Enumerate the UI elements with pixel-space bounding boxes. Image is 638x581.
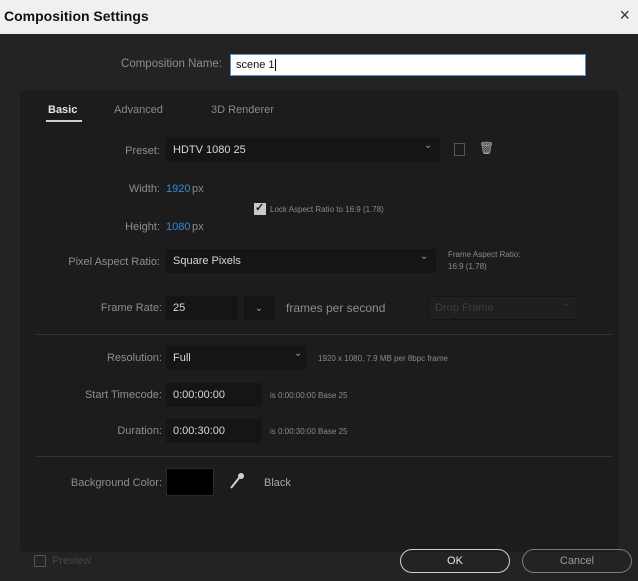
start-timecode-info: is 0:00:00:00 Base 25 — [270, 391, 348, 400]
start-timecode-input[interactable]: 0:00:00:00 — [166, 383, 262, 407]
divider — [36, 334, 612, 335]
frame-aspect-label: Frame Aspect Ratio: — [448, 250, 521, 259]
comp-name-value: scene 1 — [236, 59, 275, 71]
dialog-body: Composition Name: scene 1 Basic Advanced… — [0, 34, 638, 581]
tab-3d-renderer[interactable]: 3D Renderer — [211, 104, 274, 116]
pixel-aspect-value: Square Pixels — [173, 255, 241, 267]
comp-name-label: Composition Name: — [121, 58, 222, 70]
width-label: Width: — [128, 183, 160, 195]
duration-value: 0:00:30:00 — [173, 425, 225, 437]
height-label: Height: — [125, 221, 160, 233]
drop-frame-value: Drop Frame — [435, 302, 494, 314]
preview-checkbox[interactable] — [34, 555, 46, 567]
cancel-button[interactable]: Cancel — [522, 549, 632, 573]
preset-chevron-down-icon: ⌄ — [424, 140, 433, 151]
resolution-label: Resolution: — [106, 352, 162, 364]
preset-label: Preset: — [125, 145, 160, 157]
resolution-chevron-down-icon: ⌄ — [294, 348, 303, 359]
frame-rate-dropdown[interactable]: ⌄ — [244, 296, 274, 320]
title-bar: Composition Settings × — [0, 0, 638, 34]
frame-rate-input[interactable]: 25 — [166, 296, 238, 320]
drop-frame-chevron-down-icon: ⌄ — [562, 298, 571, 309]
comp-name-input[interactable]: scene 1 — [230, 54, 586, 76]
resolution-value: Full — [173, 352, 191, 364]
checkmark-icon: ✓ — [255, 202, 265, 214]
duration-label: Duration: — [117, 425, 162, 437]
start-timecode-label: Start Timecode: — [84, 389, 162, 401]
pixel-aspect-dropdown[interactable]: Square Pixels — [166, 249, 436, 273]
width-unit: px — [192, 183, 204, 195]
frame-rate-chevron-down-icon: ⌄ — [254, 303, 264, 314]
frame-aspect-value: 16:9 (1.78) — [448, 262, 487, 271]
resolution-dropdown[interactable]: Full — [166, 346, 306, 370]
preset-dropdown[interactable]: HDTV 1080 25 — [166, 138, 440, 162]
background-color-swatch[interactable] — [166, 468, 214, 496]
background-color-label: Background Color: — [70, 477, 162, 489]
divider — [36, 456, 612, 457]
duration-info: is 0:00:30:00 Base 25 — [270, 427, 348, 436]
eyedropper-icon[interactable] — [229, 472, 245, 490]
drop-frame-dropdown: Drop Frame — [428, 296, 578, 320]
frame-rate-label: Frame Rate: — [100, 302, 162, 314]
start-timecode-value: 0:00:00:00 — [173, 389, 225, 401]
frame-rate-unit: frames per second — [286, 301, 386, 315]
preview-label: Preview — [52, 555, 92, 567]
preset-value: HDTV 1080 25 — [173, 144, 246, 156]
height-unit: px — [192, 221, 204, 233]
tab-advanced[interactable]: Advanced — [114, 104, 163, 116]
height-value[interactable]: 1080 — [166, 221, 190, 233]
window-title: Composition Settings — [4, 8, 149, 24]
text-cursor — [274, 59, 276, 72]
pixel-aspect-chevron-down-icon: ⌄ — [420, 251, 429, 262]
delete-preset-icon[interactable]: 🗑 — [479, 141, 494, 155]
frame-rate-value: 25 — [173, 302, 186, 314]
tab-basic-underline — [46, 120, 82, 122]
save-preset-icon[interactable] — [454, 143, 465, 156]
duration-input[interactable]: 0:00:30:00 — [166, 419, 262, 443]
resolution-info: 1920 x 1080, 7.9 MB per 8bpc frame — [318, 354, 448, 363]
lock-aspect-label: Lock Aspect Ratio to 16:9 (1.78) — [270, 205, 384, 214]
close-icon[interactable]: × — [619, 6, 630, 24]
width-value[interactable]: 1920 — [166, 183, 190, 195]
lock-aspect-checkbox[interactable]: ✓ — [254, 202, 266, 215]
background-color-name: Black — [264, 477, 291, 489]
ok-button[interactable]: OK — [400, 549, 510, 573]
tab-basic[interactable]: Basic — [48, 104, 77, 116]
pixel-aspect-label: Pixel Aspect Ratio: — [68, 256, 160, 268]
